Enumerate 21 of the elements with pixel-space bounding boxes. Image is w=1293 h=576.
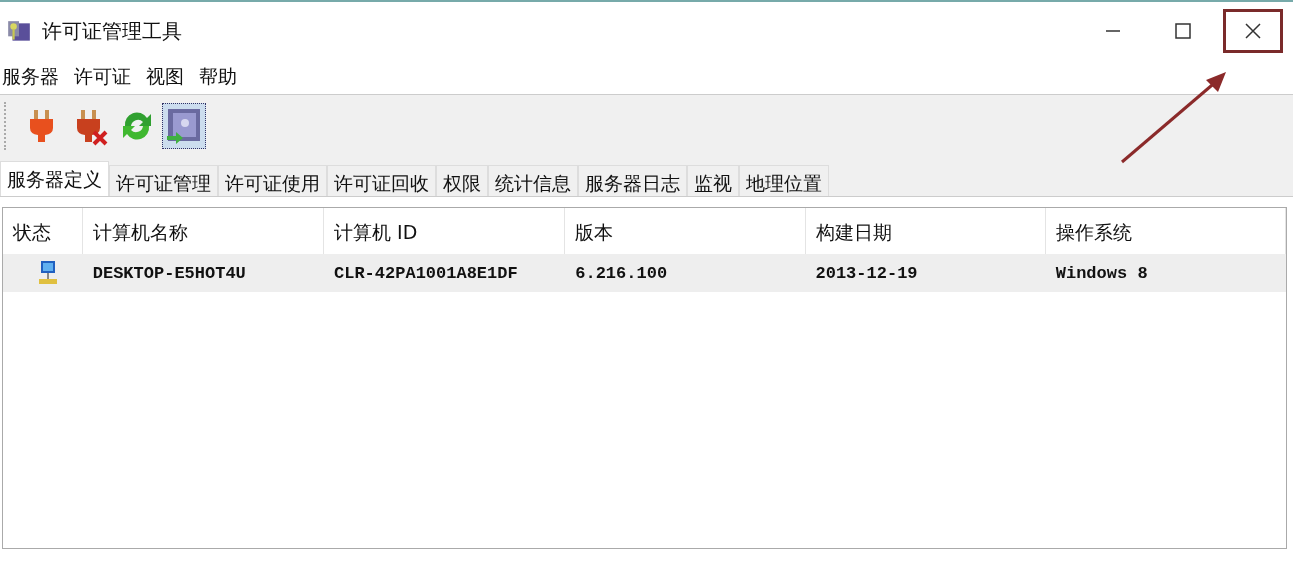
tab[interactable]: 权限 <box>436 165 488 196</box>
tab[interactable]: 统计信息 <box>488 165 578 196</box>
table-cell-text: DESKTOP-E5HOT4U <box>91 263 247 283</box>
tab[interactable]: 许可证管理 <box>109 165 218 196</box>
tab[interactable]: 服务器日志 <box>578 165 687 196</box>
tab[interactable]: 服务器定义 <box>0 161 109 196</box>
menu-item[interactable]: 许可证 <box>74 64 131 90</box>
table-cell-text: 2013-12-19 <box>814 263 919 283</box>
tab[interactable]: 许可证回收 <box>327 165 436 196</box>
close-button[interactable] <box>1223 9 1283 53</box>
table-cell-text: 6.216.100 <box>574 263 669 283</box>
table-row[interactable]: DESKTOP-E5HOT4U CLR-42PA1001A8E1DF 6.216.100 2013-12-19 Windows 8 <box>3 254 1286 292</box>
table-cell-text: CLR-42PA1001A8E1DF <box>333 263 519 283</box>
tab[interactable]: 许可证使用 <box>218 165 327 196</box>
menu-item[interactable]: 帮助 <box>199 64 237 90</box>
tab[interactable]: 地理位置 <box>739 165 829 196</box>
tab[interactable]: 监视 <box>687 165 739 196</box>
menu-item[interactable]: 服务器 <box>2 64 59 90</box>
menu-item[interactable]: 视图 <box>146 64 184 90</box>
window-title: 许可证管理工具 <box>42 17 182 45</box>
table-cell-text: Windows 8 <box>1054 263 1149 283</box>
